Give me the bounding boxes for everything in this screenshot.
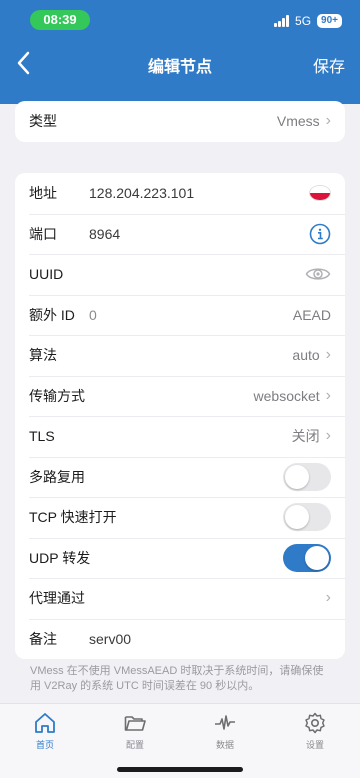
- tab-label: 设置: [305, 740, 324, 750]
- transport-value: websocket: [253, 387, 320, 404]
- udp-forward-row: UDP 转发: [15, 537, 345, 579]
- algorithm-value: auto: [292, 347, 320, 364]
- tls-value: 关闭: [291, 428, 320, 445]
- tls-row[interactable]: TLS 关闭 ›: [15, 416, 345, 457]
- proxy-via-row[interactable]: 代理通过 ›: [15, 578, 345, 619]
- remark-label: 备注: [29, 630, 57, 647]
- tab-bar: 首页 配置 数据 设置: [0, 703, 360, 778]
- tcp-fast-open-row: TCP 快速打开: [15, 497, 345, 538]
- udp-forward-label: UDP 转发: [29, 549, 91, 566]
- folder-icon: [124, 716, 146, 731]
- settings-card: 地址 128.204.223.101 端口 8964 UUID 额外 ID 0 …: [15, 173, 345, 659]
- chevron-right-icon: ›: [325, 427, 331, 445]
- time-sync-note: VMess 在不使用 VMessAEAD 时取决于系统时间，请确保使用 V2Ra…: [30, 665, 324, 692]
- chevron-right-icon: ›: [325, 346, 331, 364]
- tab-settings[interactable]: 设置: [270, 704, 360, 778]
- page-title: 编辑节点: [147, 59, 212, 76]
- port-row[interactable]: 端口 8964: [15, 213, 345, 255]
- gear-icon: [305, 712, 325, 734]
- tcp-fast-open-label: TCP 快速打开: [29, 509, 117, 526]
- udp-forward-toggle[interactable]: [283, 543, 331, 572]
- tab-label: 数据: [215, 740, 234, 750]
- battery-icon: 90+: [317, 14, 342, 28]
- type-row[interactable]: 类型 Vmess ›: [15, 101, 345, 142]
- flag-icon[interactable]: [309, 185, 331, 202]
- tab-label: 首页: [35, 740, 54, 750]
- mux-toggle[interactable]: [283, 462, 331, 491]
- chevron-right-icon: ›: [325, 112, 331, 130]
- tab-home[interactable]: 首页: [0, 704, 90, 778]
- proxy-via-label: 代理通过: [29, 590, 85, 607]
- transport-row[interactable]: 传输方式 websocket ›: [15, 375, 345, 417]
- signal-icon: [274, 15, 290, 27]
- extra-id-value[interactable]: 0: [89, 307, 293, 323]
- tab-label: 配置: [125, 740, 144, 750]
- home-icon: [35, 713, 55, 733]
- nav-header: 08:39 5G 90+ 编辑节点 保存: [0, 0, 360, 104]
- save-button[interactable]: 保存: [313, 53, 345, 77]
- status-indicators: 5G 90+: [274, 12, 342, 30]
- algorithm-label: 算法: [29, 347, 57, 364]
- chevron-right-icon: ›: [325, 589, 331, 607]
- info-icon[interactable]: [309, 223, 331, 245]
- uuid-label: UUID: [29, 266, 64, 283]
- type-card: 类型 Vmess ›: [15, 101, 345, 142]
- extra-id-row[interactable]: 额外 ID 0 AEAD: [15, 294, 345, 336]
- remark-row[interactable]: 备注 serv00: [15, 618, 345, 660]
- status-time: 08:39: [30, 10, 90, 30]
- mux-label: 多路复用: [29, 468, 85, 485]
- uuid-row[interactable]: UUID: [15, 254, 345, 295]
- port-label: 端口: [29, 225, 57, 242]
- network-type: 5G: [295, 14, 312, 28]
- mux-row: 多路复用: [15, 456, 345, 498]
- tcp-fast-open-toggle[interactable]: [283, 503, 331, 532]
- home-indicator: [117, 767, 243, 772]
- type-value: Vmess: [276, 113, 320, 130]
- type-label: 类型: [29, 113, 57, 130]
- port-value[interactable]: 8964: [89, 226, 309, 242]
- remark-value[interactable]: serv00: [89, 631, 331, 647]
- address-label: 地址: [29, 185, 57, 202]
- pulse-icon: [215, 715, 235, 730]
- algorithm-row[interactable]: 算法 auto ›: [15, 335, 345, 376]
- extra-id-label: 额外 ID: [29, 306, 75, 323]
- transport-label: 传输方式: [29, 387, 85, 404]
- aead-badge: AEAD: [292, 306, 331, 323]
- address-value[interactable]: 128.204.223.101: [89, 185, 309, 201]
- eye-icon[interactable]: [305, 265, 331, 283]
- chevron-right-icon: ›: [325, 386, 331, 404]
- address-row[interactable]: 地址 128.204.223.101: [15, 173, 345, 214]
- tls-label: TLS: [29, 428, 55, 445]
